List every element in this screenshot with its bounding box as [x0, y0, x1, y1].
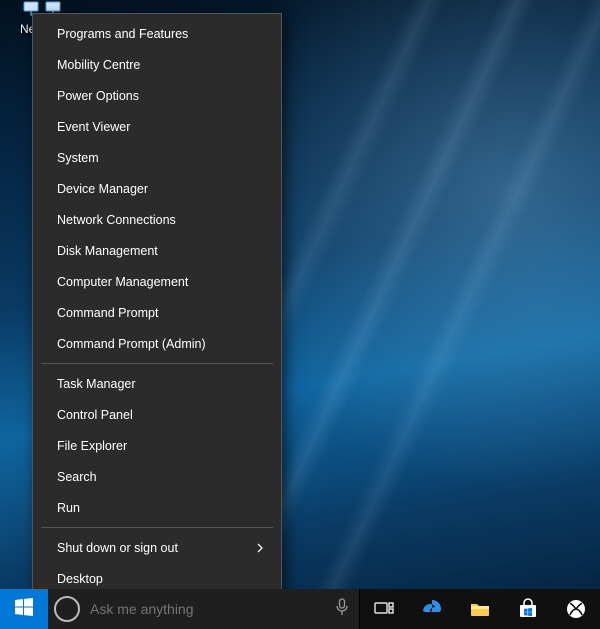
- menu-separator: [41, 527, 273, 528]
- winx-item-event-viewer[interactable]: Event Viewer: [33, 111, 281, 142]
- cortana-icon: [54, 596, 80, 622]
- winx-item-network-connections[interactable]: Network Connections: [33, 204, 281, 235]
- store-icon: [517, 598, 539, 620]
- xbox-button[interactable]: [552, 589, 600, 629]
- taskbar: [0, 589, 600, 629]
- winx-item-search[interactable]: Search: [33, 461, 281, 492]
- task-view-button[interactable]: [360, 589, 408, 629]
- microphone-icon[interactable]: [335, 598, 349, 621]
- winx-item-system[interactable]: System: [33, 142, 281, 173]
- task-view-icon: [373, 598, 395, 620]
- desktop-wallpaper[interactable]: Network Programs and Features Mobility C…: [0, 0, 600, 629]
- winx-item-power-options[interactable]: Power Options: [33, 80, 281, 111]
- file-explorer-icon: [469, 598, 491, 620]
- winx-item-task-manager[interactable]: Task Manager: [33, 368, 281, 399]
- windows-logo-icon: [15, 598, 33, 621]
- taskbar-pinned: [360, 589, 600, 629]
- store-button[interactable]: [504, 589, 552, 629]
- winx-item-shutdown[interactable]: Shut down or sign out: [33, 532, 281, 563]
- winx-item-programs-and-features[interactable]: Programs and Features: [33, 18, 281, 49]
- winx-item-command-prompt[interactable]: Command Prompt: [33, 297, 281, 328]
- xbox-icon: [565, 598, 587, 620]
- chevron-right-icon: [255, 543, 265, 553]
- winx-item-device-manager[interactable]: Device Manager: [33, 173, 281, 204]
- winx-item-run[interactable]: Run: [33, 492, 281, 523]
- edge-button[interactable]: [408, 589, 456, 629]
- search-input[interactable]: [88, 600, 327, 618]
- winx-item-control-panel[interactable]: Control Panel: [33, 399, 281, 430]
- search-box[interactable]: [48, 589, 359, 629]
- winx-item-computer-management[interactable]: Computer Management: [33, 266, 281, 297]
- winx-item-mobility-centre[interactable]: Mobility Centre: [33, 49, 281, 80]
- file-explorer-button[interactable]: [456, 589, 504, 629]
- winx-item-command-prompt-admin[interactable]: Command Prompt (Admin): [33, 328, 281, 359]
- edge-icon: [421, 598, 443, 620]
- winx-item-disk-management[interactable]: Disk Management: [33, 235, 281, 266]
- start-button[interactable]: [0, 589, 48, 629]
- menu-separator: [41, 363, 273, 364]
- winx-item-file-explorer[interactable]: File Explorer: [33, 430, 281, 461]
- winx-menu: Programs and Features Mobility Centre Po…: [32, 13, 282, 599]
